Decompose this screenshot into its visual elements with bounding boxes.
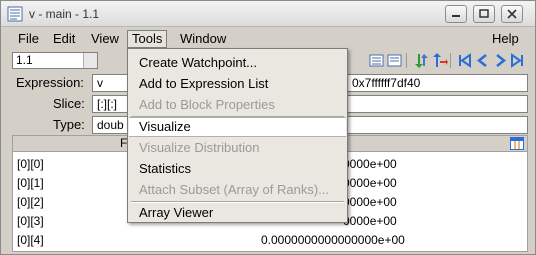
row-value: 0000e+00 [343, 176, 397, 190]
menu-edit[interactable]: Edit [49, 30, 79, 48]
title-bar[interactable]: v - main - 1.1 [1, 1, 535, 27]
tools-menu: Create Watchpoint... Add to Expression L… [127, 48, 348, 223]
chevron-down-icon [83, 53, 97, 68]
menu-item-array-viewer[interactable]: Array Viewer [129, 203, 346, 223]
menu-item-statistics[interactable]: Statistics [129, 159, 346, 179]
toolbar-separator [450, 53, 451, 68]
first-icon[interactable] [456, 52, 474, 69]
previous-icon[interactable] [474, 52, 492, 69]
row-value: 0.0000000000000000e+00 [261, 233, 405, 247]
menu-item-add-to-expression-list[interactable]: Add to Expression List [129, 74, 346, 94]
menu-item-create-watchpoint[interactable]: Create Watchpoint... [129, 53, 346, 73]
last-icon[interactable] [508, 52, 526, 69]
window-title: v - main - 1.1 [29, 7, 100, 21]
menu-file[interactable]: File [14, 30, 43, 48]
slice-input-extension[interactable] [347, 95, 528, 113]
table-row[interactable]: [0][4] 0.0000000000000000e+00 [13, 231, 527, 250]
row-value: 0000e+00 [343, 195, 397, 209]
maximize-icon [479, 9, 489, 18]
undive-icon[interactable] [431, 52, 449, 69]
slice-label: Slice: [53, 96, 85, 111]
type-input-extension[interactable] [347, 116, 528, 134]
slice-input[interactable]: [:][:] [92, 95, 130, 113]
expression-input[interactable]: v [92, 74, 130, 92]
menu-item-visualize[interactable]: Visualize [129, 117, 346, 137]
column-config-icon[interactable] [510, 137, 524, 153]
menu-item-visualize-distribution: Visualize Distribution [139, 140, 260, 155]
row-index: [0][1] [17, 176, 44, 190]
row-index: [0][3] [17, 214, 44, 228]
collapse-icon[interactable] [386, 52, 404, 69]
expand-icon[interactable] [368, 52, 386, 69]
type-label: Type: [53, 117, 85, 132]
next-icon[interactable] [491, 52, 509, 69]
menu-help[interactable]: Help [488, 30, 523, 48]
close-icon [507, 9, 517, 19]
menu-view[interactable]: View [87, 30, 123, 48]
address-field: 0x7ffffff7df40 [347, 74, 528, 92]
maximize-button[interactable] [473, 5, 495, 23]
frame-select[interactable]: 1.1 [12, 52, 98, 69]
menu-window[interactable]: Window [176, 30, 230, 48]
row-index: [0][0] [17, 157, 44, 171]
frame-select-value: 1.1 [16, 53, 33, 67]
close-button[interactable] [501, 5, 523, 23]
menu-tools[interactable]: Tools [127, 30, 168, 48]
expression-label: Expression: [16, 75, 84, 90]
minimize-button[interactable] [445, 5, 467, 23]
menu-item-attach-subset: Attach Subset (Array of Ranks)... [139, 182, 330, 197]
row-index: [0][2] [17, 195, 44, 209]
row-value: 0000e+00 [343, 214, 397, 228]
minimize-icon [452, 15, 460, 17]
toolbar-separator [406, 53, 407, 68]
app-icon [7, 6, 23, 22]
dive-icon[interactable] [413, 52, 431, 69]
variable-window: v - main - 1.1 File Edit View Tools Wind… [0, 0, 536, 255]
menu-item-add-to-block-properties: Add to Block Properties [139, 97, 275, 112]
row-value: 0000e+00 [343, 157, 397, 171]
row-index: [0][4] [17, 233, 44, 247]
type-input[interactable]: doub [92, 116, 130, 134]
